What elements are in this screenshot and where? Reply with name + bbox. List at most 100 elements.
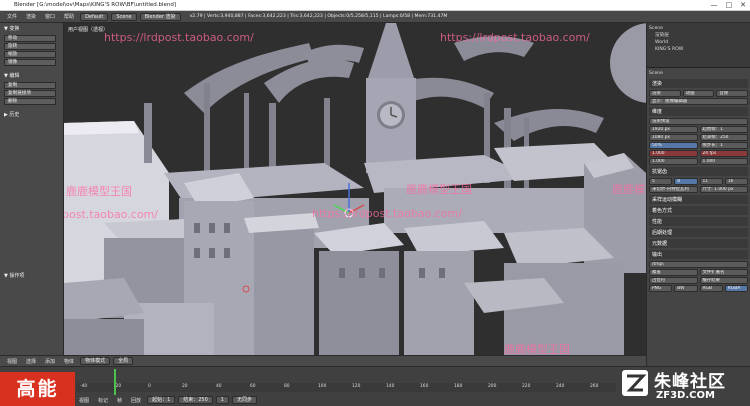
close-button[interactable]: ✕ [740,1,746,9]
resolution-percent-slider[interactable]: 50% [649,142,698,149]
timeline-playhead[interactable] [114,369,116,395]
file-format-selector[interactable]: PNG [649,285,673,292]
outliner-item-renderlayer[interactable]: 渲染层 [649,32,748,39]
info-header: 文件 渲染 窗口 帮助 Default Scene Blender 渲染 v2.… [0,11,750,23]
operator-panel-header[interactable]: ▼ 操作项 [0,270,28,281]
3d-viewport[interactable]: 用户视图（透视） https://lrdpost.taobao.com/ htt… [64,23,646,355]
post-processing-section[interactable]: 后期处理 [649,228,748,237]
color-mode-bw[interactable]: BW [674,285,698,292]
output-path-field[interactable]: /tmp\ [649,261,748,268]
render-button[interactable]: 渲染 [649,90,681,97]
translate-button[interactable]: 移动 [4,35,56,42]
aa-samples-16[interactable]: 16 [724,178,748,185]
timeline-sync-selector[interactable]: 无同步 [231,396,257,404]
timeline-tick: -40 [80,384,88,389]
overwrite-checkbox[interactable]: 覆盖 [649,269,698,276]
audio-button[interactable]: 音频 [716,90,749,97]
watermark-url-4: post.taobao.com/ [64,208,158,221]
outliner[interactable]: Scene 渲染层 World KING'S ROW [647,23,750,68]
transform-panel-header[interactable]: ▼ 变换 [0,23,63,34]
timeline-marker-menu[interactable]: 标记 [95,397,111,404]
properties-panel: Scene 渲染层 World KING'S ROW Scene 渲染 渲染 动… [646,23,750,366]
metadata-section[interactable]: 元数据 [649,239,748,248]
frame-start-field[interactable]: 起始帧：1 [699,126,748,133]
edit-panel-header[interactable]: ▼ 编辑 [0,70,63,81]
performance-section[interactable]: 性能 [649,217,748,226]
display-selector[interactable]: 显示：图像编辑器 [649,98,748,105]
motion-blur-section[interactable]: 采样运动模糊 [649,195,748,204]
viewport-header-label: 用户视图（透视） [68,27,109,33]
scale-button[interactable]: 缩放 [4,51,56,58]
timeline-tick: 140 [386,384,395,389]
frame-step-field[interactable]: 帧步长：1 [699,142,748,149]
orientation-selector[interactable]: 全局 [113,357,134,365]
menu-file[interactable]: 文件 [4,13,20,20]
render-preset-selector[interactable]: 渲染预设 [649,118,748,125]
menu-help[interactable]: 帮助 [61,13,77,20]
mode-selector[interactable]: 物体模式 [80,357,111,365]
resolution-y-field[interactable]: 1080 px [649,134,698,141]
outliner-item-scene[interactable]: Scene [649,25,748,32]
timeline-tick: 260 [590,384,599,389]
window-title: Blender [G:\model\ov\Maps\KING'S ROW\BF\… [14,2,177,8]
timeline-end-field[interactable]: 结束：250 [178,396,213,404]
timeline-tick: 200 [488,384,497,389]
mirror-button[interactable]: 镜像 [4,59,56,66]
scene-selector[interactable]: Scene [111,12,137,21]
history-panel-header[interactable]: ▶ 历史 [0,109,63,120]
output-section[interactable]: 输出 [649,250,748,259]
aa-samples-8[interactable]: 8 [674,178,698,185]
title-bar: Blender [G:\model\ov\Maps\KING'S ROW\BF\… [0,0,750,11]
timeline-current-frame[interactable]: 1 [215,396,229,404]
timeline-view-menu[interactable]: 视图 [76,397,92,404]
timeline-tick: 100 [318,384,327,389]
add-menu[interactable]: 添加 [42,358,58,365]
antialiasing-section[interactable]: 抗锯齿 [649,167,748,176]
timeline-tick: 20 [182,384,188,389]
frame-end-field[interactable]: 结束帧：250 [699,134,748,141]
menu-window[interactable]: 窗口 [42,13,58,20]
color-mode-rgba[interactable]: RGBA [724,285,748,292]
timeline-ruler[interactable]: -40 -20 0 20 40 60 80 100 120 140 160 180 200 220 240 2… [76,383,616,392]
aa-samples-5[interactable]: 5 [649,178,673,185]
layout-selector[interactable]: Default [80,12,109,21]
cache-result-checkbox[interactable]: 缓存结果 [699,277,748,284]
maximize-button[interactable]: □ [726,1,733,9]
render-section[interactable]: 渲染 [649,79,748,88]
aa-filter-selector[interactable]: 米切尔-内特拉瓦利 [649,186,698,193]
view-menu[interactable]: 视图 [4,358,20,365]
placeholders-checkbox[interactable]: 占位符 [649,277,698,284]
resolution-x-field[interactable]: 1920 px [649,126,698,133]
object-menu[interactable]: 物体 [61,358,77,365]
aspect-y-field[interactable]: 1.000 [649,158,698,165]
time-stretch-field[interactable]: 1.000 [699,158,748,165]
color-mode-rgb[interactable]: RGB [699,285,723,292]
timeline-playback-menu[interactable]: 回放 [128,397,144,404]
watermark-shop-2: 鹿鹿模型王国 [406,183,472,196]
dimensions-section[interactable]: 维度 [649,107,748,116]
city-scene-render [64,23,646,355]
watermark-shop-4: 鹿鹿模型王国 [504,343,570,355]
render-engine-selector[interactable]: Blender 渲染 [139,12,181,21]
menu-render[interactable]: 渲染 [23,13,39,20]
timeline-start-field[interactable]: 起始：1 [147,396,176,404]
minimize-button[interactable]: — [711,1,718,9]
rotate-button[interactable]: 旋转 [4,43,56,50]
watermark-url-1: https://lrdpost.taobao.com/ [104,31,254,44]
outliner-item-kings-row[interactable]: KING'S ROW [649,46,748,53]
aspect-x-field[interactable]: 1.000 [649,150,698,157]
animation-button[interactable]: 动画 [682,90,715,97]
fps-selector[interactable]: 24 fps [699,150,748,157]
timeline-tick: 40 [216,384,222,389]
scene-stats: v2.79 | Verts:3,940,887 | Faces:3,642,22… [189,14,448,19]
timeline-frame-menu[interactable]: 帧 [114,397,125,404]
duplicate-linked-button[interactable]: 复制链接项 [4,90,56,97]
file-extension-checkbox[interactable]: 文件扩展名 [699,269,748,276]
outliner-item-world[interactable]: World [649,39,748,46]
duplicate-button[interactable]: 复制 [4,82,56,89]
shading-section[interactable]: 着色方式 [649,206,748,215]
delete-button[interactable]: 删除 [4,98,56,105]
aa-samples-11[interactable]: 11 [699,178,723,185]
select-menu[interactable]: 选择 [23,358,39,365]
aa-filter-size[interactable]: 尺寸: 1.000 px [699,186,748,193]
